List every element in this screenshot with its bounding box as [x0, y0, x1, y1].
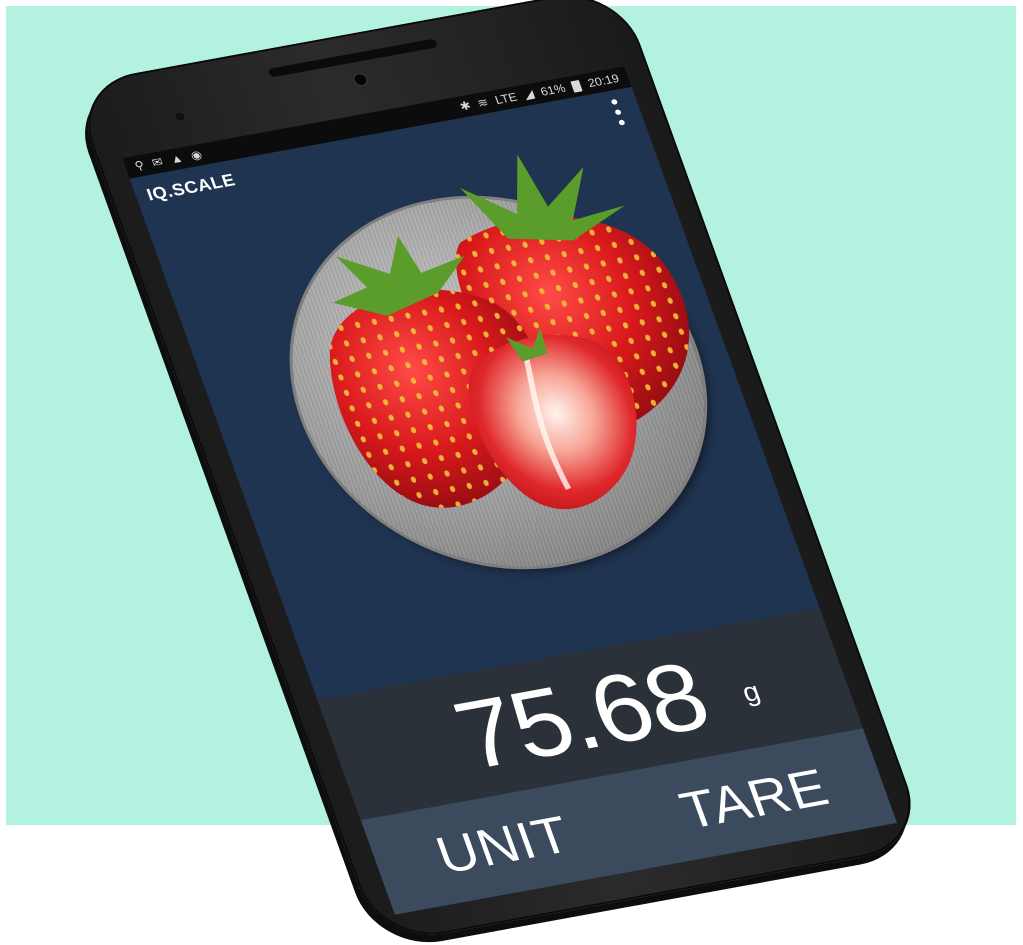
- battery-icon: [570, 79, 584, 93]
- signal-icon: ◢: [521, 86, 536, 102]
- network-type-label: LTE: [493, 89, 519, 107]
- light-sensor: [174, 112, 186, 122]
- status-time: 20:19: [585, 71, 621, 90]
- front-camera-icon: [350, 71, 371, 88]
- speaker-grille: [267, 38, 438, 78]
- bluetooth-icon: ✱: [457, 98, 473, 114]
- mail-icon: ✉: [149, 154, 165, 170]
- wifi-icon: ≋: [475, 95, 491, 110]
- warning-icon: ▲: [168, 150, 185, 167]
- location-icon: ⚲: [132, 158, 147, 173]
- battery-percent: 61%: [538, 81, 568, 99]
- weight-unit: g: [738, 676, 765, 709]
- notification-icons: ⚲ ✉ ▲ ◉: [133, 148, 205, 174]
- sync-icon: ◉: [188, 147, 204, 163]
